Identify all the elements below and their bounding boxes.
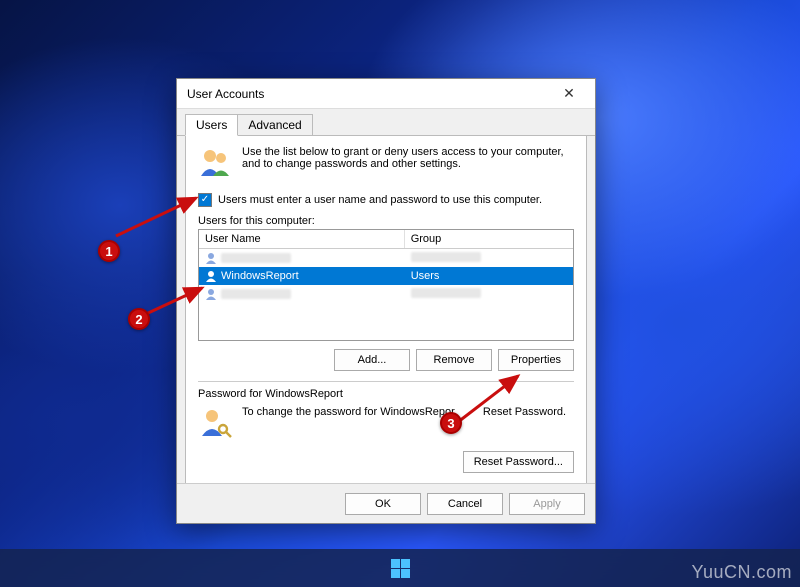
table-row[interactable]: WindowsReport Users	[199, 267, 573, 285]
require-password-row[interactable]: Users must enter a user name and passwor…	[198, 193, 574, 207]
users-list-label: Users for this computer:	[198, 215, 574, 227]
watermark: YuuCN.com	[691, 562, 792, 583]
list-header[interactable]: User Name Group	[199, 230, 573, 249]
user-accounts-dialog: User Accounts ✕ Users Advanced Use the l…	[176, 78, 596, 524]
add-button[interactable]: Add...	[334, 349, 410, 371]
remove-button[interactable]: Remove	[416, 349, 492, 371]
table-row[interactable]	[199, 249, 573, 267]
tabstrip: Users Advanced	[177, 109, 595, 136]
tab-panel-users: Use the list below to grant or deny user…	[185, 136, 587, 494]
table-row[interactable]	[199, 285, 573, 303]
column-group[interactable]: Group	[405, 230, 573, 248]
require-password-checkbox[interactable]	[198, 193, 212, 207]
password-section-title: Password for WindowsReport	[198, 388, 574, 400]
row-group: Users	[411, 270, 440, 282]
list-buttons-row: Add... Remove Properties	[198, 349, 574, 371]
separator	[198, 381, 574, 382]
dialog-footer: OK Cancel Apply	[177, 483, 595, 523]
annotation-badge-1: 1	[98, 240, 120, 262]
intro-row: Use the list below to grant or deny user…	[198, 146, 574, 183]
annotation-badge-3: 3	[440, 412, 462, 434]
column-user-name[interactable]: User Name	[199, 230, 405, 248]
require-password-label: Users must enter a user name and passwor…	[218, 194, 542, 206]
annotation-badge-2: 2	[128, 308, 150, 330]
taskbar[interactable]	[0, 549, 800, 587]
users-icon	[198, 146, 232, 183]
properties-button[interactable]: Properties	[498, 349, 574, 371]
intro-text: Use the list below to grant or deny user…	[242, 146, 574, 183]
user-key-icon	[198, 406, 232, 443]
password-text: To change the password for WindowsRepor …	[242, 406, 566, 443]
apply-button[interactable]: Apply	[509, 493, 585, 515]
titlebar[interactable]: User Accounts ✕	[177, 79, 595, 109]
close-button[interactable]: ✕	[549, 81, 589, 107]
dialog-title: User Accounts	[187, 87, 264, 101]
users-listbox[interactable]: User Name Group WindowsReport Users	[198, 229, 574, 341]
tab-advanced[interactable]: Advanced	[237, 114, 312, 136]
password-section: To change the password for WindowsRepor …	[198, 406, 574, 443]
start-menu-icon[interactable]	[391, 559, 410, 578]
reset-password-button[interactable]: Reset Password...	[463, 451, 574, 473]
ok-button[interactable]: OK	[345, 493, 421, 515]
cancel-button[interactable]: Cancel	[427, 493, 503, 515]
row-user: WindowsReport	[221, 270, 299, 282]
tab-users[interactable]: Users	[185, 114, 238, 136]
